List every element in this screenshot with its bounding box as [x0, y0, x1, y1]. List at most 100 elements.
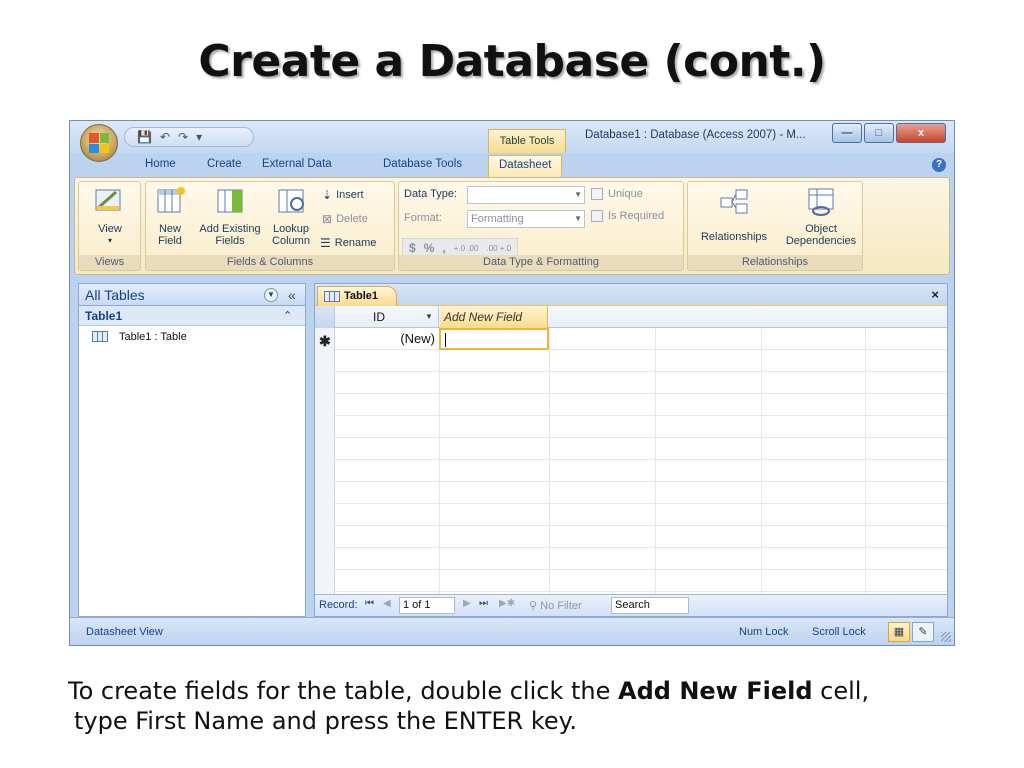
- chevron-down-icon[interactable]: ▼: [264, 288, 278, 302]
- object-dependencies-button[interactable]: Object Dependencies: [784, 186, 858, 247]
- redo-icon[interactable]: ↷: [178, 130, 188, 144]
- scroll-lock-indicator: Scroll Lock: [812, 626, 866, 638]
- document-tabs: Table1 ×: [315, 284, 947, 306]
- view-button[interactable]: View ▾: [87, 186, 133, 247]
- tab-external-data[interactable]: External Data: [262, 158, 332, 170]
- ribbon: View ▾ Views New Field Add Existing Fiel…: [74, 177, 950, 275]
- resize-grip-icon[interactable]: [941, 632, 951, 642]
- group-fields-columns-label: Fields & Columns: [146, 255, 394, 270]
- relationships-icon: [720, 189, 748, 214]
- search-input[interactable]: Search: [611, 597, 689, 614]
- rename-column-icon: ☰: [320, 236, 331, 250]
- group-views-label: Views: [79, 255, 140, 270]
- data-type-label: Data Type:: [404, 188, 457, 200]
- group-views: View ▾ Views: [78, 181, 141, 271]
- help-icon[interactable]: ?: [932, 158, 946, 172]
- caption-emphasis: Add New Field: [618, 677, 813, 705]
- group-relationships-label: Relationships: [688, 255, 862, 270]
- tab-home[interactable]: Home: [145, 158, 176, 170]
- add-existing-fields-button[interactable]: Add Existing Fields: [194, 186, 266, 247]
- quick-access-toolbar: 💾 ↶ ↷ ▾: [124, 127, 254, 147]
- datasheet-grid: ID ▼ Add New Field ✱ (New): [315, 306, 947, 594]
- insert-button[interactable]: ⇣ Insert: [322, 188, 364, 202]
- chevron-down-icon[interactable]: ▼: [425, 306, 433, 328]
- currency-format-button[interactable]: $: [409, 241, 416, 255]
- datasheet-view-icon[interactable]: ▦: [888, 622, 910, 642]
- delete-column-icon: ⊠: [322, 212, 333, 226]
- lookup-column-icon: [278, 189, 304, 213]
- tab-table1[interactable]: Table1: [317, 286, 397, 306]
- datasheet-view-icon: [95, 189, 121, 211]
- last-record-icon[interactable]: ⏭: [479, 598, 488, 609]
- table-icon: [324, 291, 340, 302]
- close-document-icon[interactable]: ×: [931, 287, 939, 302]
- table-icon: [92, 331, 108, 342]
- object-dependencies-icon: [808, 188, 834, 216]
- new-row-add-field-cell[interactable]: [439, 328, 549, 350]
- navigation-pane: All Tables ▼ « Table1 ⌃ Table1 : Table: [78, 283, 306, 617]
- chevron-down-icon: ▼: [574, 190, 582, 199]
- tab-create[interactable]: Create: [207, 158, 242, 170]
- select-all-button[interactable]: [315, 306, 335, 328]
- caption-line-2: type First Name and press the ENTER key.: [74, 707, 578, 735]
- maximize-button[interactable]: □: [864, 123, 894, 143]
- format-label: Format:: [404, 212, 442, 224]
- table-tools-context-label: Table Tools: [488, 129, 566, 153]
- column-header-id[interactable]: ID ▼: [335, 306, 439, 328]
- current-record-field[interactable]: 1 of 1: [399, 597, 455, 614]
- access-window: 💾 ↶ ↷ ▾ Table Tools Database1 : Database…: [69, 120, 955, 646]
- tab-database-tools[interactable]: Database Tools: [383, 158, 462, 170]
- percent-format-button[interactable]: %: [424, 241, 435, 255]
- minimize-button[interactable]: —: [832, 123, 862, 143]
- checkbox-icon: [591, 210, 603, 222]
- comma-format-button[interactable]: ,: [442, 241, 445, 255]
- nav-pane-header[interactable]: All Tables ▼ «: [79, 284, 305, 306]
- is-required-checkbox[interactable]: Is Required: [591, 210, 664, 222]
- undo-icon[interactable]: ↶: [160, 130, 170, 144]
- data-type-combo[interactable]: ▼: [467, 186, 585, 204]
- decrease-decimals-button[interactable]: .00 +.0: [486, 244, 511, 253]
- delete-button[interactable]: ⊠ Delete: [322, 212, 368, 226]
- slide-caption: To create fields for the table, double c…: [68, 676, 998, 736]
- num-lock-indicator: Num Lock: [739, 626, 789, 638]
- new-field-button[interactable]: New Field: [150, 186, 190, 247]
- close-button[interactable]: x: [896, 123, 946, 143]
- tab-datasheet[interactable]: Datasheet: [488, 155, 563, 177]
- customize-toolbar-icon[interactable]: ▾: [196, 130, 202, 144]
- column-header-add-new-field[interactable]: Add New Field: [440, 306, 548, 328]
- previous-record-icon[interactable]: ◀: [383, 598, 391, 609]
- group-fields-columns: New Field Add Existing Fields Lookup Col…: [145, 181, 395, 271]
- new-row-id-cell[interactable]: (New): [335, 328, 439, 350]
- save-icon[interactable]: 💾: [137, 130, 152, 144]
- insert-column-icon: ⇣: [322, 188, 333, 202]
- column-header-row: ID ▼ Add New Field: [315, 306, 947, 328]
- new-record-icon: ✱: [319, 333, 331, 349]
- design-view-icon[interactable]: ✎: [912, 622, 934, 642]
- group-data-type-formatting: Data Type: ▼ Format: Formatting ▼ Unique…: [398, 181, 684, 271]
- new-field-icon: [157, 187, 185, 213]
- relationships-button[interactable]: Relationships: [692, 186, 776, 243]
- text-caret: [445, 333, 446, 347]
- format-combo[interactable]: Formatting ▼: [467, 210, 585, 228]
- office-logo-icon: [89, 133, 109, 153]
- new-record-nav-icon[interactable]: ▶✱: [499, 598, 515, 609]
- window-controls: — □ x: [832, 123, 946, 143]
- filter-icon: ⚲: [529, 600, 538, 612]
- no-filter-indicator[interactable]: ⚲ No Filter: [529, 599, 582, 612]
- first-record-icon[interactable]: ⏮: [365, 598, 374, 609]
- group-relationships: Relationships Object Dependencies Relati…: [687, 181, 863, 271]
- record-navigation-bar: Record: ⏮ ◀ 1 of 1 ▶ ⏭ ▶✱ ⚲ No Filter Se…: [315, 594, 947, 616]
- increase-decimals-button[interactable]: +.0 .00: [454, 244, 479, 253]
- ribbon-tabs: Home Create External Data Database Tools…: [70, 153, 954, 177]
- nav-item-table1[interactable]: Table1 : Table: [79, 326, 305, 348]
- slide-title: Create a Database (cont.): [198, 36, 826, 87]
- office-button[interactable]: [80, 124, 118, 162]
- unique-checkbox[interactable]: Unique: [591, 188, 643, 200]
- chevron-up-icon[interactable]: ⌃: [283, 306, 292, 326]
- rename-button[interactable]: ☰ Rename: [320, 236, 376, 250]
- chevron-down-icon: ▼: [574, 214, 582, 223]
- lookup-column-button[interactable]: Lookup Column: [268, 186, 314, 247]
- next-record-icon[interactable]: ▶: [463, 598, 471, 609]
- nav-group-table1[interactable]: Table1 ⌃: [79, 306, 305, 326]
- collapse-pane-icon[interactable]: «: [288, 284, 296, 306]
